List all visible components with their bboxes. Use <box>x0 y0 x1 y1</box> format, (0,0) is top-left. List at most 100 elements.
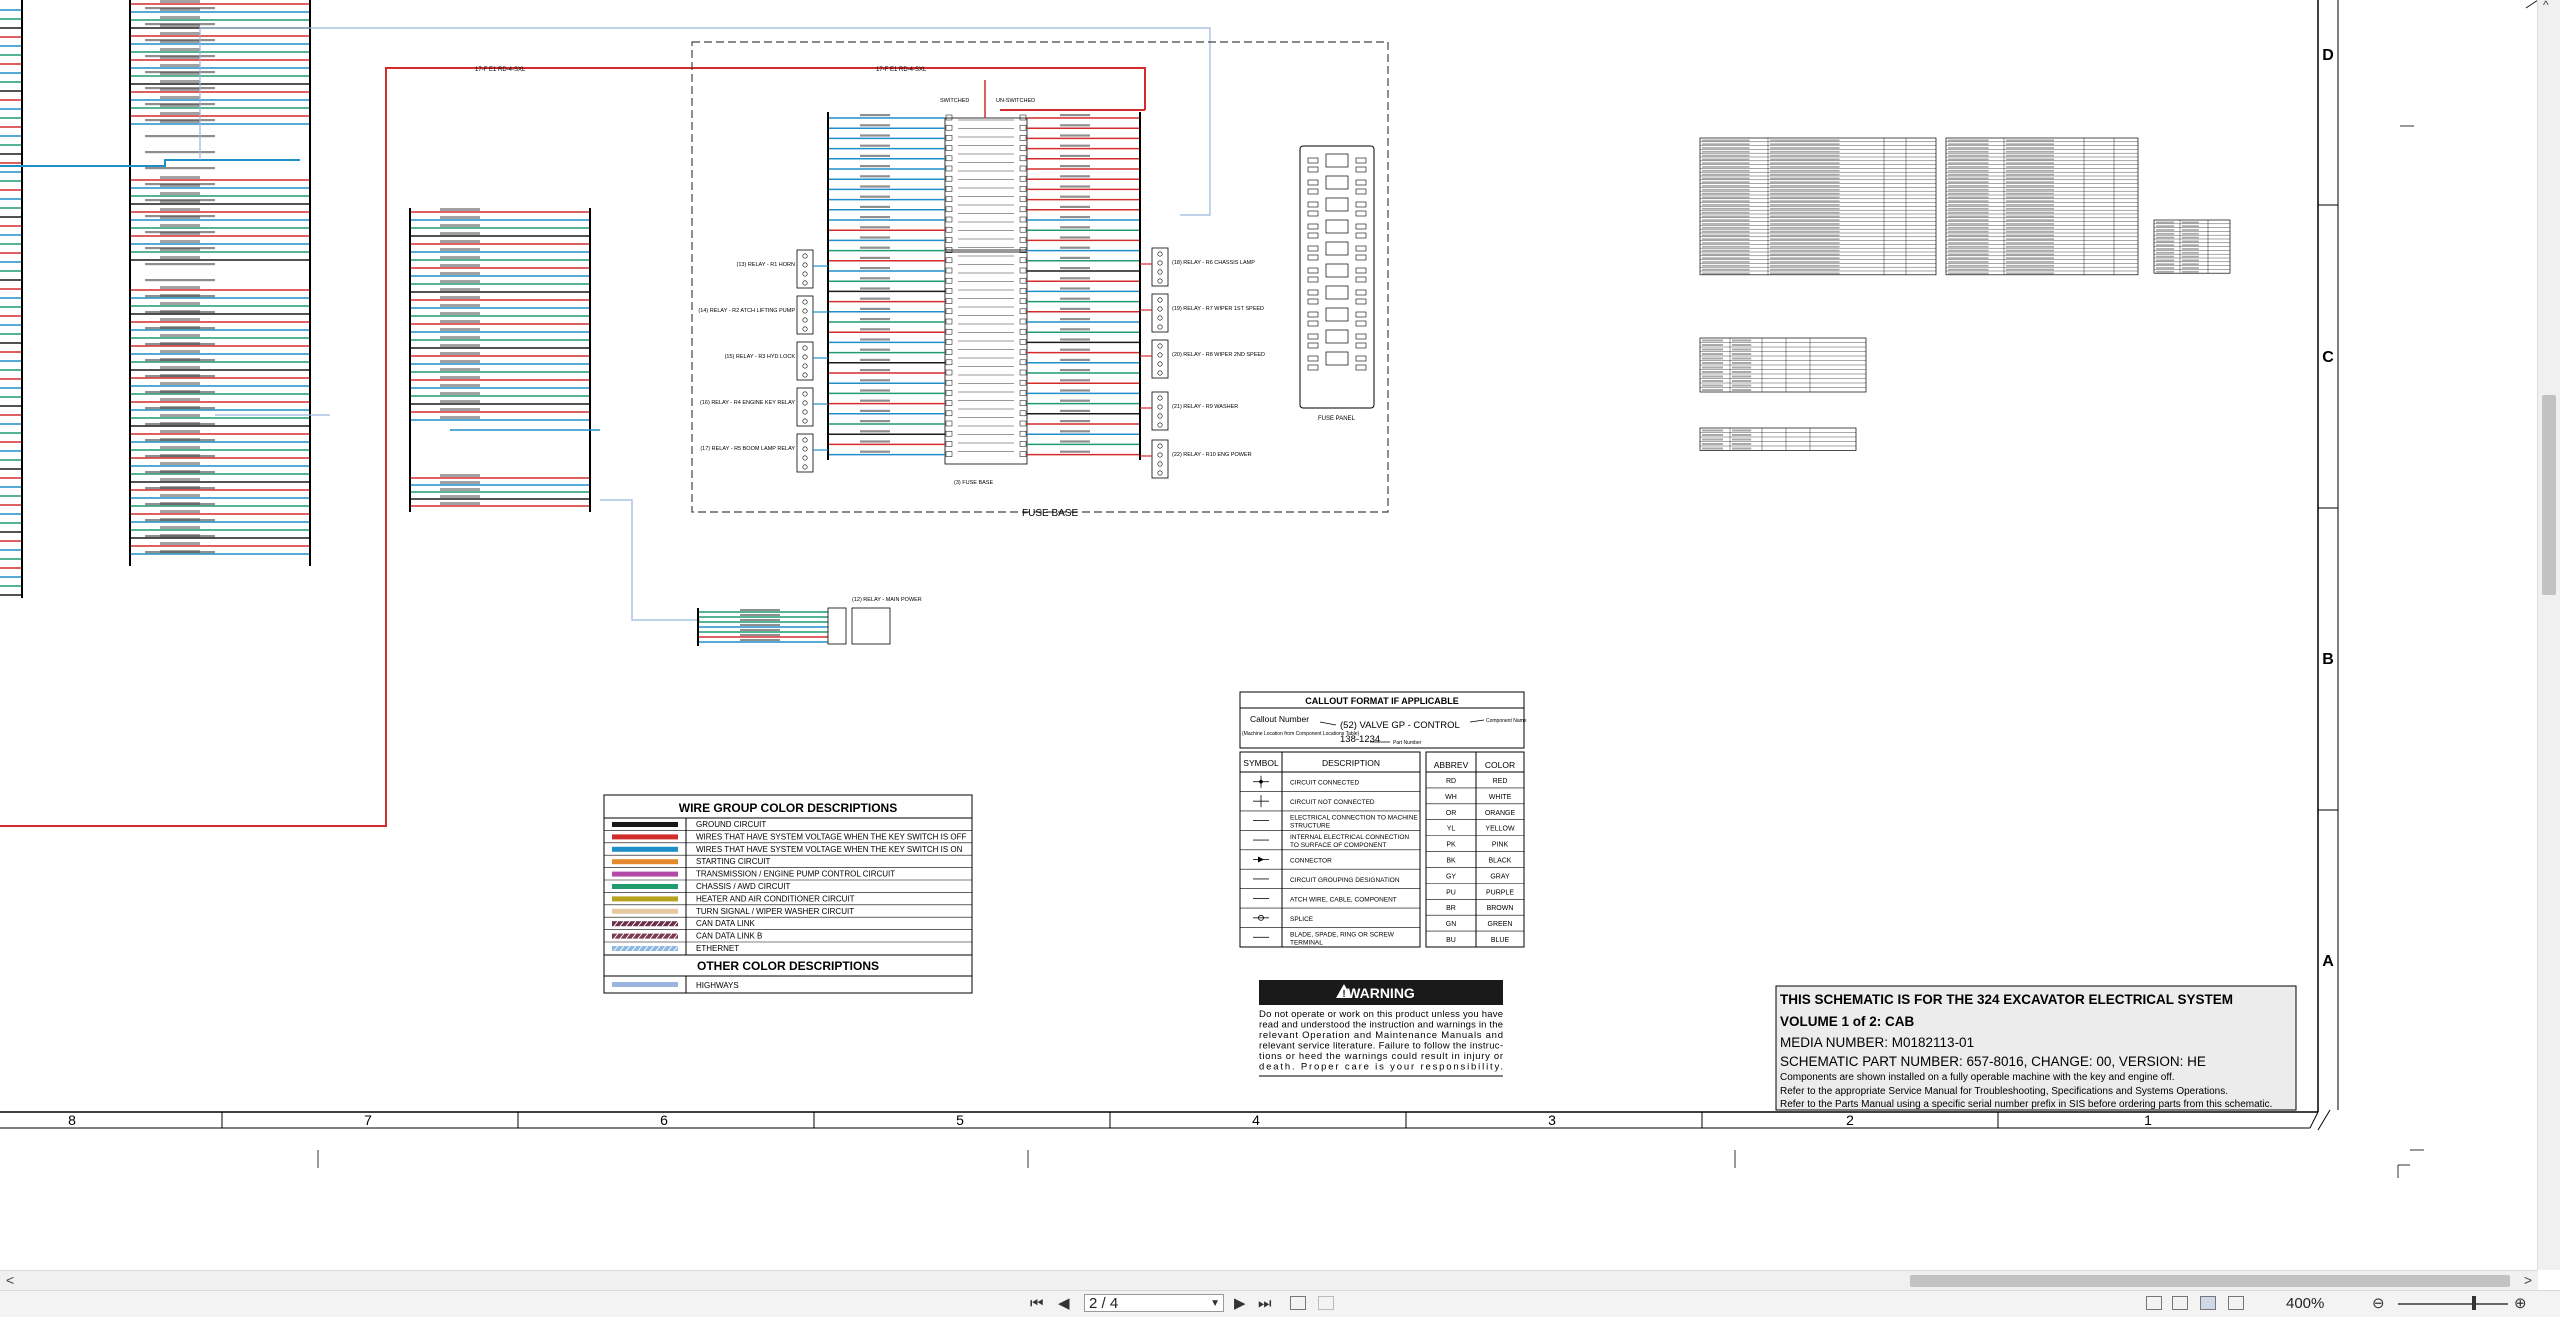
abbrev-color: GRAY <box>1490 873 1510 880</box>
callout-part-number: 138-1234 <box>1340 734 1380 745</box>
scroll-up-arrow-icon[interactable]: ^ <box>2543 0 2549 12</box>
symbol-description: BLADE, SPADE, RING OR SCREW <box>1290 931 1395 938</box>
title-line-2: VOLUME 1 of 2: CAB <box>1780 1014 1915 1029</box>
wire-group-label: CAN DATA LINK <box>696 919 755 928</box>
relay-right-label-1: (18) RELAY - R6 CHASSIS LAMP <box>1172 260 1255 266</box>
abbrev-color: GREEN <box>1488 921 1513 928</box>
title-line-6: Refer to the appropriate Service Manual … <box>1780 1086 2228 1097</box>
warning-text-line: relevant service literature. Failure to … <box>1259 1041 1503 1052</box>
callout-component-label: Component Name <box>1486 718 1527 724</box>
abbrev-color: BLACK <box>1489 858 1512 865</box>
column-number-7: 7 <box>364 1112 372 1128</box>
page-number-value: 2 / 4 <box>1089 1295 1119 1312</box>
vertical-scroll-thumb[interactable] <box>2542 395 2556 595</box>
warning-text-line: read and understood the instruction and … <box>1259 1020 1503 1031</box>
page-dropdown-chevron-icon[interactable]: ▼ <box>1210 1295 1220 1313</box>
title-line-1: THIS SCHEMATIC IS FOR THE 324 EXCAVATOR … <box>1780 992 2233 1007</box>
warning-text-line: tions or heed the warnings could result … <box>1259 1051 1503 1062</box>
wire-group-legend: WIRE GROUP COLOR DESCRIPTIONS GROUND CIR… <box>603 794 973 994</box>
abbrev-color: BLUE <box>1491 937 1510 944</box>
svg-text:!: ! <box>1342 989 1345 1000</box>
continuous-view-icon[interactable] <box>2172 1296 2188 1310</box>
zoom-in-icon[interactable]: ⊕ <box>2514 1294 2527 1314</box>
zoom-out-icon[interactable]: ⊖ <box>2372 1294 2385 1314</box>
title-line-5: Components are shown installed on a full… <box>1780 1072 2175 1083</box>
abbrev-code: GN <box>1446 921 1457 928</box>
column-number-5: 5 <box>956 1112 964 1128</box>
page-number-field[interactable]: 2 / 4 ▼ <box>1084 1294 1224 1312</box>
column-number-3: 3 <box>1548 1112 1556 1128</box>
wire-group-title: WIRE GROUP COLOR DESCRIPTIONS <box>679 801 897 815</box>
main-power-wire: 17-F E1 RD-4-SXL 17-F E1 RD-4-SXL <box>0 27 1211 827</box>
warning-text-line: death. Proper care is your responsibilit… <box>1259 1062 1503 1073</box>
rotate-view-icon[interactable] <box>1290 1296 1306 1310</box>
row-letter-C: C <box>2322 349 2334 366</box>
other-colors-title: OTHER COLOR DESCRIPTIONS <box>697 959 879 973</box>
relay-left-label-2: (14) RELAY - R2 ATCH LIFTING PUMP <box>698 308 795 314</box>
fuse-base-label: FUSE BASE <box>1022 508 1078 519</box>
column-number-1: 1 <box>2144 1112 2152 1128</box>
column-number-2: 2 <box>1846 1112 1854 1128</box>
abbrev-code: BU <box>1446 937 1456 944</box>
scroll-left-arrow-icon[interactable]: < <box>6 1272 14 1288</box>
zoom-level: 400% <box>2286 1295 2325 1312</box>
main-power-relay-label: (12) RELAY - MAIN POWER <box>852 597 922 603</box>
symbol-description: CIRCUIT CONNECTED <box>1290 780 1360 787</box>
first-page-icon[interactable]: ⏮ <box>1030 1294 1044 1314</box>
column-number-8: 8 <box>68 1112 76 1128</box>
symbol-description: ATCH WIRE, CABLE, COMPONENT <box>1290 896 1397 903</box>
relay-left-label-5: (17) RELAY - R5 BOOM LAMP RELAY <box>700 446 795 452</box>
symbol-header: SYMBOL <box>1243 758 1279 768</box>
abbrev-code: OR <box>1446 810 1457 817</box>
column-dividers <box>221 1112 1999 1128</box>
copy-view-icon[interactable] <box>1318 1296 1334 1310</box>
abbrev-color: ORANGE <box>1485 810 1516 817</box>
symbol-description: CONNECTOR <box>1290 858 1332 865</box>
wire-color-swatch <box>612 822 678 827</box>
symbol-description: ELECTRICAL CONNECTION TO MACHINE <box>1290 815 1418 822</box>
wire-harness <box>0 0 591 598</box>
abbrev-color: PURPLE <box>1486 889 1514 896</box>
abbrev-code: YL <box>1447 826 1456 833</box>
abbrev-color: BROWN <box>1487 905 1514 912</box>
vertical-scrollbar[interactable]: ^ <box>2537 0 2560 1270</box>
relay-left-label-4: (16) RELAY - R4 ENGINE KEY RELAY <box>700 400 795 406</box>
two-page-view-icon[interactable] <box>2200 1296 2216 1310</box>
last-page-icon[interactable]: ⏭ <box>1258 1294 1272 1314</box>
wire-color-swatch <box>612 896 678 902</box>
warning-box: WARNING ! Do not operate or work on this… <box>1259 980 1503 1077</box>
document-canvas[interactable]: 8 7 6 5 4 3 2 1 D C B A 17-F E1 RD-4-SXL 17-F E1 R… <box>0 0 2560 1270</box>
fit-width-icon[interactable] <box>2228 1296 2244 1310</box>
zoom-slider-track[interactable] <box>2398 1303 2508 1305</box>
previous-page-icon[interactable]: ◀ <box>1058 1294 1070 1314</box>
wire-group-label: WIRES THAT HAVE SYSTEM VOLTAGE WHEN THE … <box>696 845 963 854</box>
abbrev-code: BK <box>1446 858 1456 865</box>
row-letter-B: B <box>2322 651 2334 668</box>
title-line-3: MEDIA NUMBER: M0182113-01 <box>1780 1035 1974 1050</box>
horizontal-scrollbar[interactable]: < > <box>0 1270 2538 1291</box>
wire-color-swatch <box>612 859 678 865</box>
abbrev-code: PK <box>1446 842 1456 849</box>
abbrev-code: RD <box>1446 778 1456 785</box>
single-page-view-icon[interactable] <box>2146 1296 2162 1310</box>
callout-title: CALLOUT FORMAT IF APPLICABLE <box>1305 696 1458 706</box>
color-header: COLOR <box>1485 760 1515 770</box>
wire-group-label: TRANSMISSION / ENGINE PUMP CONTROL CIRCU… <box>696 870 895 879</box>
relay-right-label-4: (21) RELAY - R9 WASHER <box>1172 404 1238 410</box>
wire-label-17f-right: 17-F E1 RD-4-SXL <box>876 67 927 73</box>
relay-right-label-5: (22) RELAY - R10 ENG POWER <box>1172 452 1252 458</box>
abbrev-color: WHITE <box>1489 794 1512 801</box>
title-line-7: Refer to the Parts Manual using a specif… <box>1780 1099 2272 1110</box>
horizontal-scroll-thumb[interactable] <box>1910 1275 2510 1287</box>
zoom-slider-thumb[interactable] <box>2472 1296 2476 1310</box>
abbrev-color: PINK <box>1492 842 1509 849</box>
component-tables <box>1699 137 2231 451</box>
warning-text-line: Do not operate or work on this product u… <box>1259 1009 1503 1020</box>
next-page-icon[interactable]: ▶ <box>1234 1294 1246 1314</box>
symbol-description: STRUCTURE <box>1290 823 1331 830</box>
fuse-panel-label: FUSE PANEL <box>1318 416 1356 422</box>
other-color-label: HIGHWAYS <box>696 981 739 990</box>
scroll-right-arrow-icon[interactable]: > <box>2524 1272 2532 1288</box>
wire-color-swatch <box>612 871 678 877</box>
relay-right-label-3: (20) RELAY - R8 WIPER 2ND SPEED <box>1172 352 1265 358</box>
